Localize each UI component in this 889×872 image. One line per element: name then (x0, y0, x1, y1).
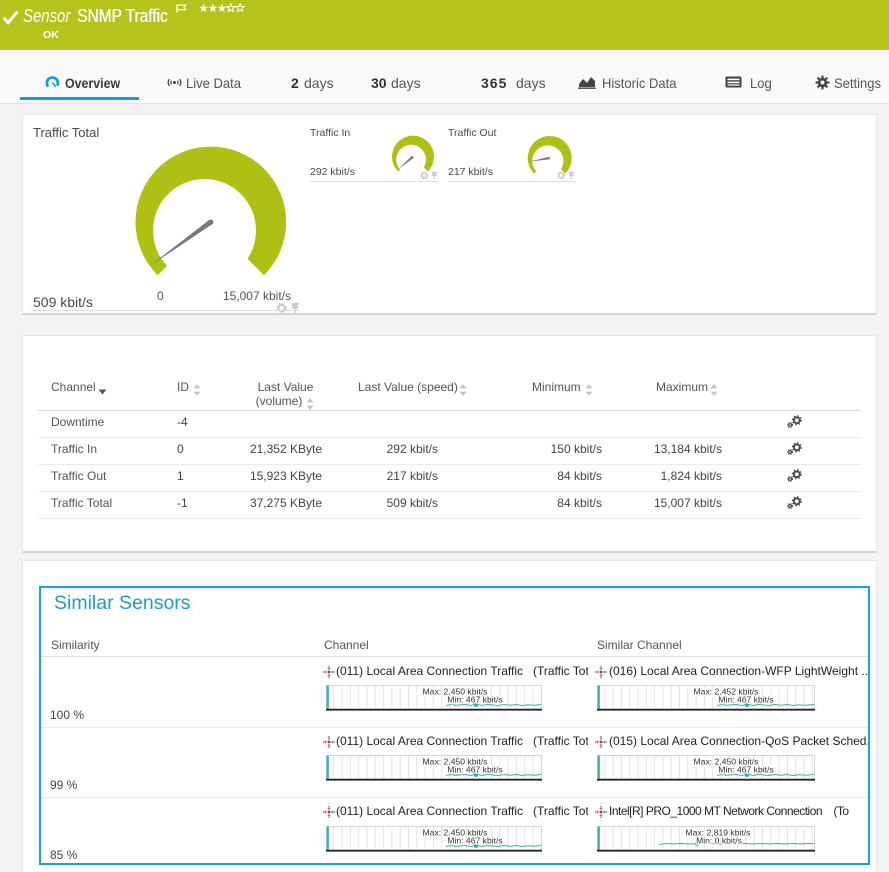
svg-text:Min: 467 kbit/s: Min: 467 kbit/s (447, 765, 502, 775)
svg-text:Min: 0 kbit/s: Min: 0 kbit/s (696, 836, 742, 846)
svg-text:Min: 467 kbit/s: Min: 467 kbit/s (718, 695, 773, 705)
svg-text:Min: 467 kbit/s: Min: 467 kbit/s (718, 765, 773, 775)
svg-text:Min: 467 kbit/s: Min: 467 kbit/s (447, 695, 502, 705)
svg-text:Min: 467 kbit/s: Min: 467 kbit/s (447, 836, 502, 846)
